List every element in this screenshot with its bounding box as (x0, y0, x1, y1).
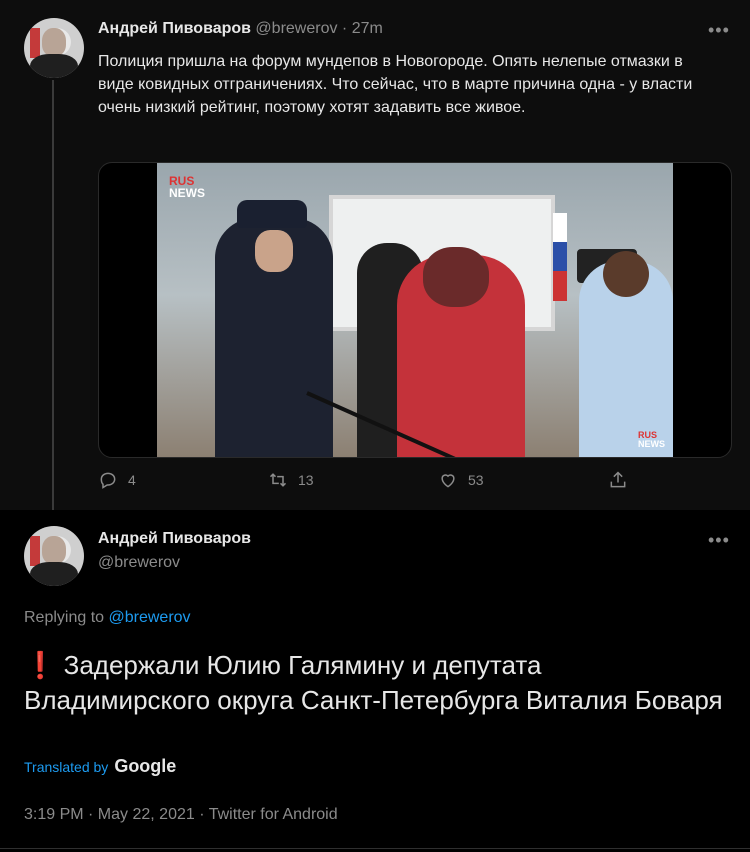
tweet-time[interactable]: 27m (352, 20, 383, 37)
retweet-count: 13 (298, 472, 314, 488)
woman-light-shirt (579, 251, 673, 457)
author-handle[interactable]: @brewerov (98, 554, 251, 572)
woman-hair (423, 247, 489, 307)
avatar-body-shape (30, 562, 78, 586)
avatar-head-shape (42, 536, 66, 564)
thread-connector-line (52, 80, 54, 515)
woman-hair-right (603, 251, 649, 297)
translation-attribution[interactable]: Translated by Google (24, 756, 176, 777)
police-officer-figure (215, 200, 333, 457)
tweet-1[interactable]: Андрей Пивоваров @brewerov · 27m ••• Пол… (0, 0, 750, 515)
author-name[interactable]: Андрей Пивоваров (98, 530, 251, 548)
more-options-button[interactable]: ••• (708, 20, 730, 41)
rusnews-logo: RUS NEWS (169, 174, 205, 200)
author-handle[interactable]: @brewerov (255, 20, 337, 37)
officer-cap (237, 200, 307, 228)
tweet-timestamp[interactable]: 3:19 PM · May 22, 2021 · Twitter for And… (24, 806, 338, 824)
heart-icon (441, 474, 455, 488)
russian-flag (553, 213, 567, 301)
like-count: 53 (468, 472, 484, 488)
retweet-icon (269, 473, 287, 487)
google-logo: Google (114, 756, 177, 776)
header-separator: · (341, 20, 348, 37)
avatar[interactable] (24, 526, 84, 586)
like-button[interactable]: 53 (438, 470, 484, 490)
author-block: Андрей Пивоваров @brewerov (98, 530, 251, 572)
avatar-flag-shape (30, 28, 40, 58)
reply-button[interactable]: 4 (98, 470, 136, 490)
more-options-button[interactable]: ••• (708, 530, 730, 551)
tweet-media-video[interactable]: RUS NEWS RUS NEWS (98, 162, 732, 458)
tweet-text-body: Задержали Юлию Галямину и депутата Влади… (24, 650, 723, 715)
tweet-text: Полиция пришла на форум мундепов в Новог… (98, 53, 693, 116)
tweet-actions: 4 13 53 (98, 470, 730, 498)
avatar-flag-shape (30, 536, 40, 566)
translated-by-label: Translated by (24, 758, 109, 775)
author-name[interactable]: Андрей Пивоваров (98, 20, 251, 37)
share-icon (610, 471, 626, 488)
replying-to-line: Replying to @brewerov (24, 609, 191, 627)
woman-red-dress (397, 247, 525, 457)
avatar-body-shape (30, 54, 78, 78)
replying-prefix: Replying to (24, 609, 105, 626)
retweet-button[interactable]: 13 (268, 470, 314, 490)
tweet-header: Андрей Пивоваров @brewerov · 27m (98, 20, 383, 38)
avatar[interactable] (24, 18, 84, 78)
reply-count: 4 (128, 472, 136, 488)
divider (0, 848, 750, 849)
avatar-head-shape (42, 28, 66, 56)
reply-icon (100, 472, 116, 489)
officer-face (255, 230, 293, 272)
video-frame: RUS NEWS RUS NEWS (157, 163, 673, 457)
tweet-text: ❗ Задержали Юлию Галямину и депутата Вла… (24, 648, 724, 718)
exclamation-icon: ❗ (24, 650, 57, 680)
share-button[interactable] (608, 470, 628, 490)
replying-to-link[interactable]: @brewerov (109, 609, 191, 626)
rusnews-logo-small: RUS NEWS (638, 430, 665, 449)
